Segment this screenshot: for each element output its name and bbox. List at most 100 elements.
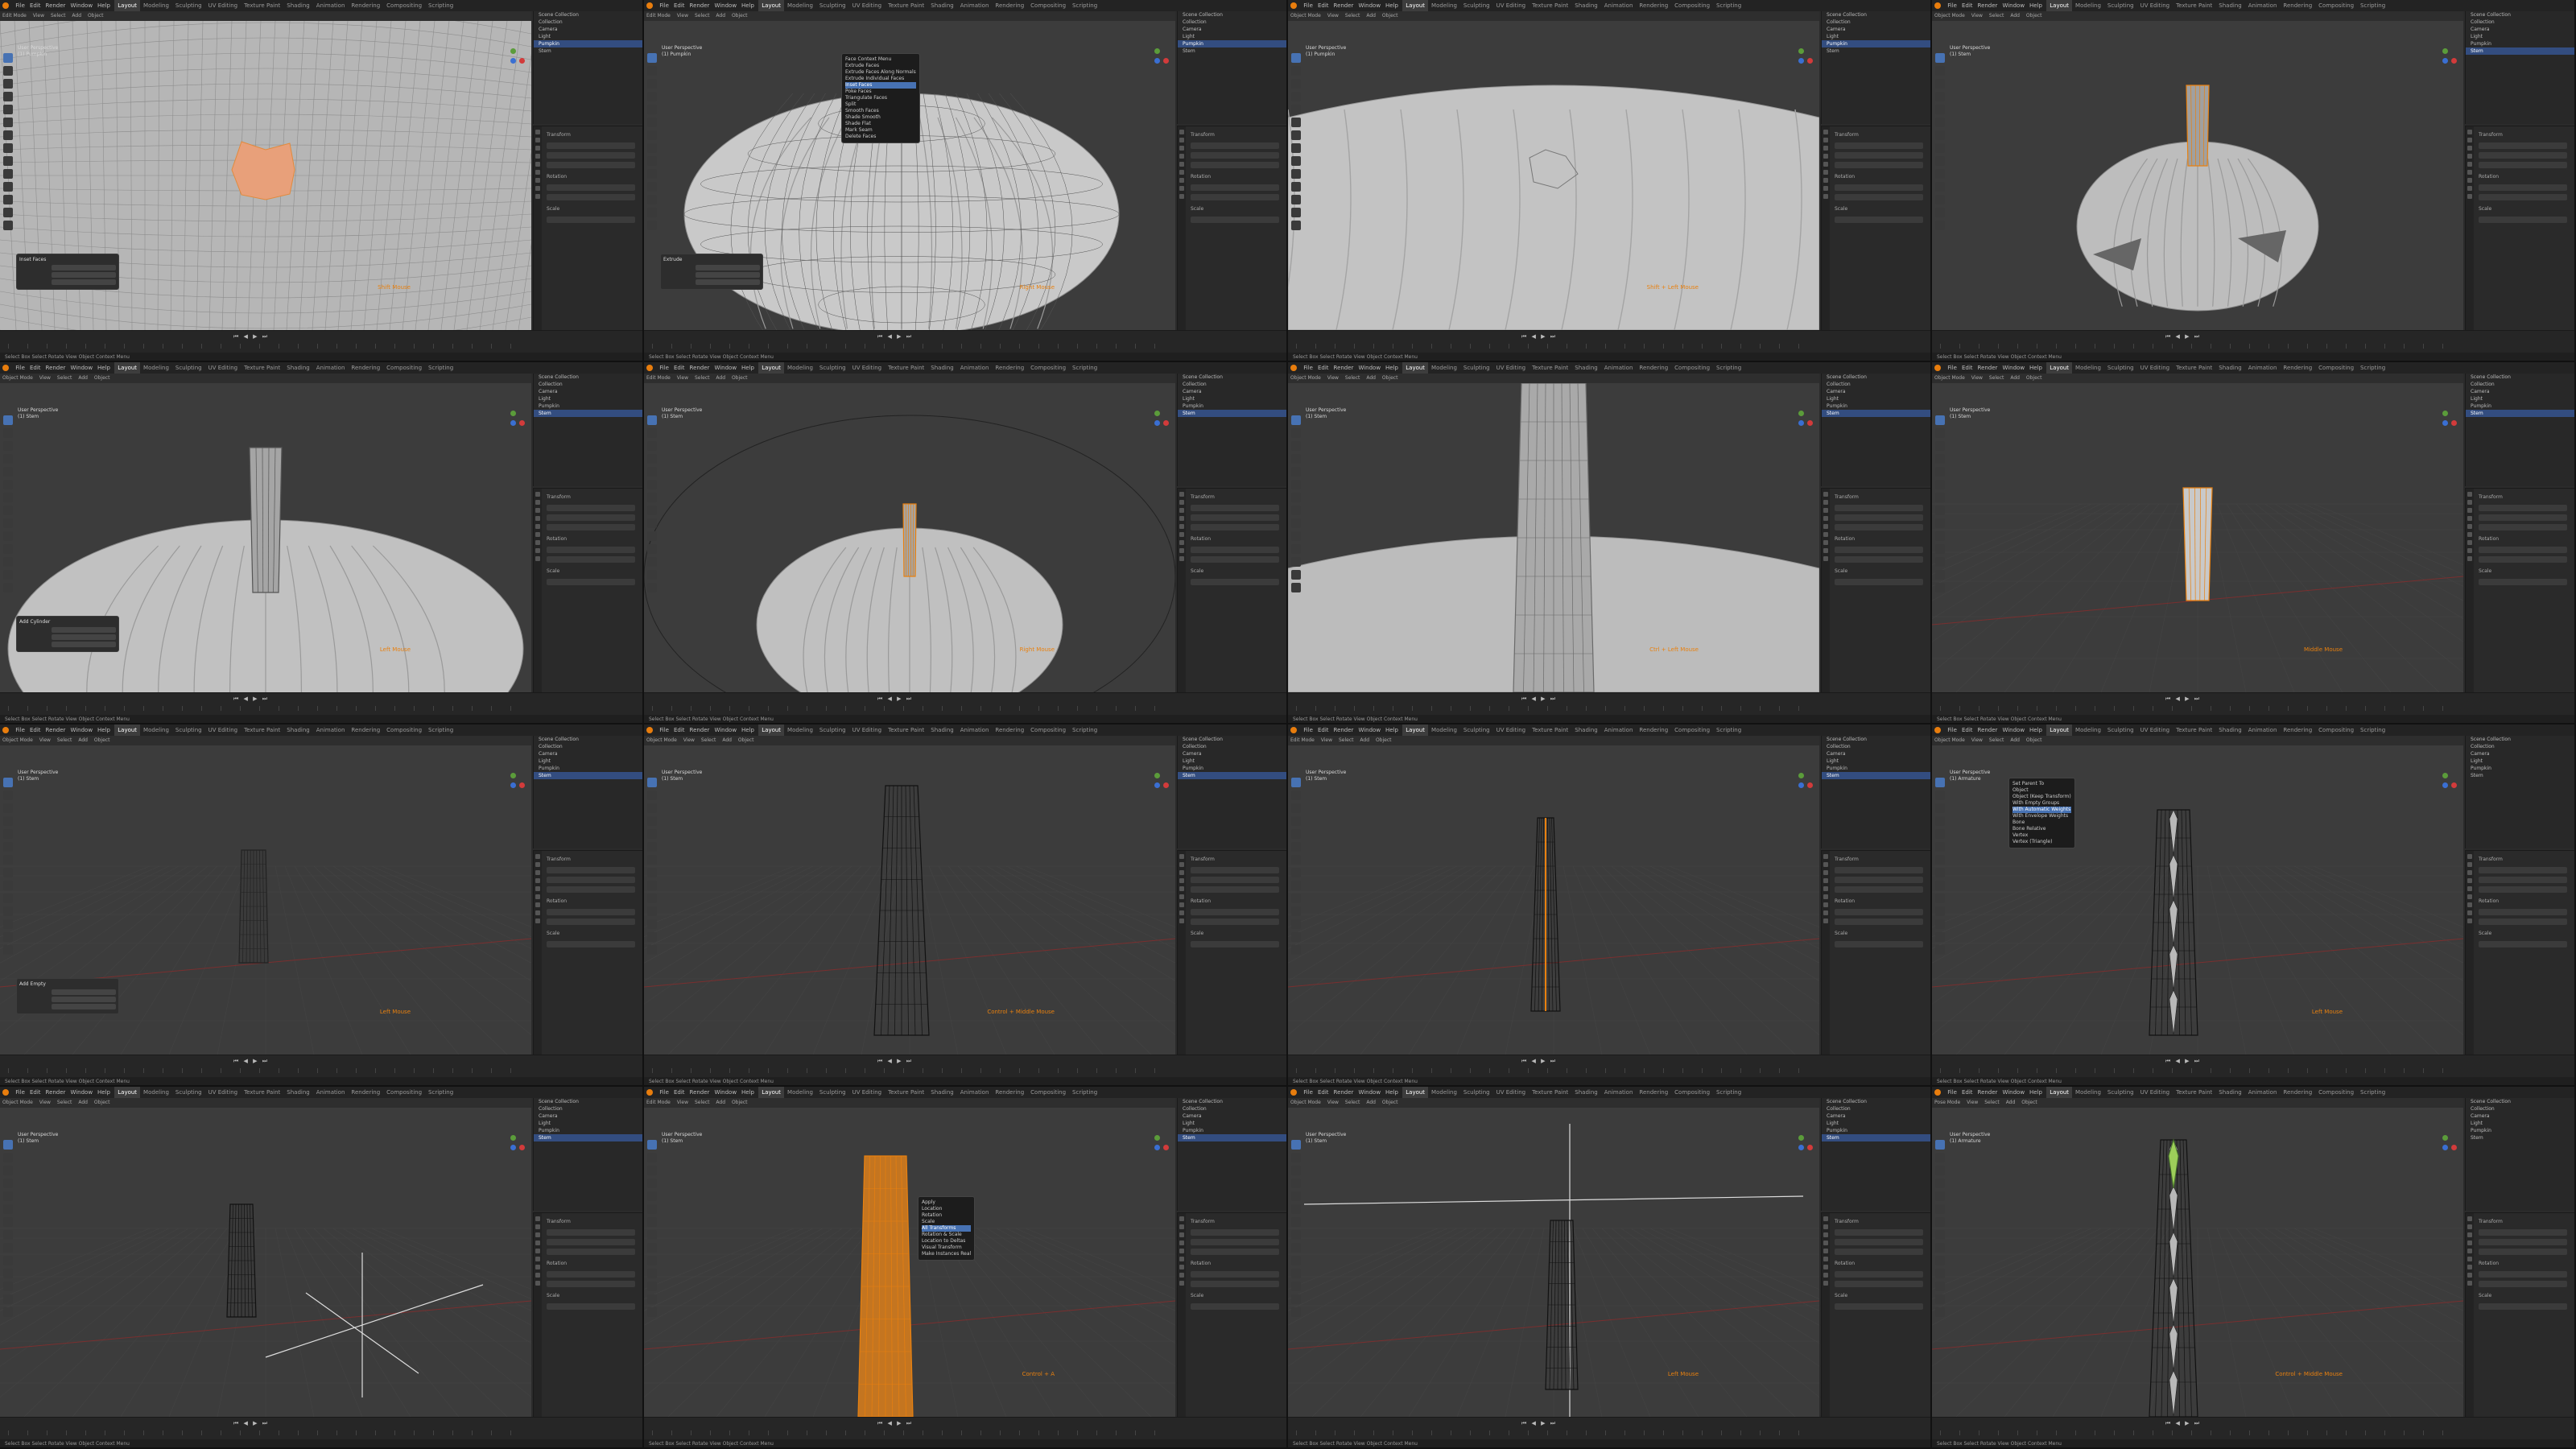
3d-viewport[interactable]: User Perspective (1) Stem Control + Midd… bbox=[644, 745, 1175, 1055]
menu-edit[interactable]: Edit bbox=[1315, 724, 1331, 736]
add-menu[interactable]: Add bbox=[1357, 737, 1372, 743]
tool-button[interactable] bbox=[1935, 169, 1945, 179]
tool-button[interactable] bbox=[1935, 1204, 1945, 1214]
tab-animation[interactable]: Animation bbox=[1601, 0, 1637, 11]
menu-edit[interactable]: Edit bbox=[1315, 362, 1331, 374]
tool-button[interactable] bbox=[1291, 480, 1301, 489]
3d-viewport[interactable]: User Perspective (1) Stem Left Mouse Add… bbox=[0, 383, 531, 692]
outliner-item[interactable]: Camera bbox=[2466, 26, 2574, 33]
tool-button[interactable] bbox=[1935, 130, 1945, 140]
tool-button[interactable] bbox=[1291, 570, 1301, 580]
object-menu[interactable]: Object bbox=[2024, 737, 2045, 743]
3d-viewport[interactable]: User Perspective (1) Pumpkin Right Mouse… bbox=[644, 21, 1175, 330]
tool-button[interactable] bbox=[3, 92, 13, 101]
tab-rendering[interactable]: Rendering bbox=[348, 1087, 383, 1098]
tool-button[interactable] bbox=[3, 1307, 13, 1317]
menu-help[interactable]: Help bbox=[95, 1087, 113, 1098]
menu-edit[interactable]: Edit bbox=[671, 724, 687, 736]
tool-button[interactable] bbox=[647, 1204, 657, 1214]
tool-button[interactable] bbox=[1935, 182, 1945, 192]
tool-button[interactable] bbox=[1935, 1140, 1945, 1150]
menu-edit[interactable]: Edit bbox=[671, 1087, 687, 1098]
tab-texture-paint[interactable]: Texture Paint bbox=[2173, 724, 2215, 736]
outliner-item[interactable]: Scene Collection bbox=[1178, 11, 1286, 19]
tool-button[interactable] bbox=[3, 557, 13, 567]
tool-button[interactable] bbox=[647, 156, 657, 166]
tool-button[interactable] bbox=[3, 1166, 13, 1175]
playback-controls[interactable]: ⏮ ◀ ▶ ⏭ bbox=[877, 696, 913, 703]
blender-logo-icon[interactable] bbox=[1934, 727, 1941, 733]
outliner-item[interactable]: Collection bbox=[2466, 743, 2574, 750]
properties-tabs[interactable] bbox=[1822, 489, 1830, 695]
object-menu[interactable]: Object bbox=[1380, 375, 1401, 381]
properties-editor[interactable]: Transform Rotation Scale bbox=[1177, 488, 1286, 695]
tool-button[interactable] bbox=[3, 221, 13, 230]
outliner-item[interactable]: Pumpkin bbox=[1178, 402, 1286, 410]
tool-button[interactable] bbox=[647, 1282, 657, 1291]
frame-ruler[interactable] bbox=[652, 706, 1167, 711]
outliner-item[interactable]: Pumpkin bbox=[534, 402, 642, 410]
tool-button[interactable] bbox=[1291, 208, 1301, 217]
tab-compositing[interactable]: Compositing bbox=[2315, 1087, 2357, 1098]
outliner-item[interactable]: Scene Collection bbox=[1178, 1098, 1286, 1105]
properties-tabs[interactable] bbox=[1822, 851, 1830, 1057]
menu-file[interactable]: File bbox=[13, 362, 27, 374]
tab-uv-editing[interactable]: UV Editing bbox=[1493, 362, 1530, 374]
3d-viewport[interactable]: User Perspective (1) Armature Control + … bbox=[1932, 1108, 2463, 1417]
menu-item[interactable]: With Automatic Weights bbox=[2013, 807, 2071, 813]
tab-shading[interactable]: Shading bbox=[927, 362, 956, 374]
mode-selector[interactable]: Edit Mode bbox=[644, 1100, 673, 1105]
tool-button[interactable] bbox=[647, 1230, 657, 1240]
tool-button[interactable] bbox=[3, 182, 13, 192]
tool-button[interactable] bbox=[1935, 906, 1945, 916]
outliner-item[interactable]: Stem bbox=[1178, 47, 1286, 55]
menu-item[interactable]: Rotation & Scale bbox=[922, 1232, 971, 1238]
tool-button[interactable] bbox=[647, 932, 657, 942]
menu-file[interactable]: File bbox=[657, 1087, 671, 1098]
tool-button[interactable] bbox=[3, 1217, 13, 1227]
properties-tabs[interactable] bbox=[534, 489, 542, 695]
properties-editor[interactable]: Transform Rotation Scale bbox=[1821, 126, 1930, 332]
tab-shading[interactable]: Shading bbox=[1571, 724, 1600, 736]
object-menu[interactable]: Object bbox=[2024, 375, 2045, 381]
menu-help[interactable]: Help bbox=[95, 724, 113, 736]
menu-render[interactable]: Render bbox=[1975, 724, 2000, 736]
tab-rendering[interactable]: Rendering bbox=[1636, 1087, 1671, 1098]
tool-button[interactable] bbox=[647, 467, 657, 477]
tab-rendering[interactable]: Rendering bbox=[1636, 724, 1671, 736]
tool-button[interactable] bbox=[1291, 169, 1301, 179]
select-menu[interactable]: Select bbox=[692, 1100, 712, 1105]
timeline[interactable]: ⏮ ◀ ▶ ⏭ bbox=[1932, 1417, 2574, 1440]
tab-scripting[interactable]: Scripting bbox=[1713, 1087, 1744, 1098]
tab-modeling[interactable]: Modeling bbox=[1428, 362, 1460, 374]
menu-help[interactable]: Help bbox=[1383, 724, 1401, 736]
tab-layout[interactable]: Layout bbox=[1402, 0, 1429, 11]
outliner-item[interactable]: Scene Collection bbox=[2466, 1098, 2574, 1105]
frame-ruler[interactable] bbox=[1940, 706, 2455, 711]
properties-editor[interactable]: Transform Rotation Scale bbox=[1821, 850, 1930, 1057]
tool-button[interactable] bbox=[1935, 1217, 1945, 1227]
properties-editor[interactable]: Transform Rotation Scale bbox=[2465, 488, 2574, 695]
tab-animation[interactable]: Animation bbox=[313, 724, 349, 736]
menu-render[interactable]: Render bbox=[1331, 1087, 1356, 1098]
menu-window[interactable]: Window bbox=[1356, 724, 1383, 736]
tab-modeling[interactable]: Modeling bbox=[1428, 0, 1460, 11]
mode-selector[interactable]: Object Mode bbox=[1288, 13, 1323, 19]
tool-button[interactable] bbox=[1935, 415, 1945, 425]
tool-button[interactable] bbox=[647, 842, 657, 852]
outliner-item[interactable]: Stem bbox=[534, 410, 642, 417]
tool-button[interactable] bbox=[1935, 791, 1945, 800]
mode-selector[interactable]: Object Mode bbox=[1932, 13, 1967, 19]
tab-shading[interactable]: Shading bbox=[2215, 362, 2244, 374]
menu-item[interactable]: Set Parent To bbox=[2013, 781, 2071, 787]
add-menu[interactable]: Add bbox=[1364, 13, 1378, 19]
tab-uv-editing[interactable]: UV Editing bbox=[1493, 724, 1530, 736]
tool-button[interactable] bbox=[647, 105, 657, 114]
tab-uv-editing[interactable]: UV Editing bbox=[849, 0, 886, 11]
menu-item[interactable]: All Transforms bbox=[922, 1225, 972, 1232]
tab-layout[interactable]: Layout bbox=[114, 724, 141, 736]
tab-modeling[interactable]: Modeling bbox=[2072, 1087, 2104, 1098]
select-menu[interactable]: Select bbox=[692, 375, 712, 381]
menu-help[interactable]: Help bbox=[739, 0, 757, 11]
3d-viewport[interactable]: User Perspective (1) Stem Left Mouse Add… bbox=[0, 745, 531, 1055]
